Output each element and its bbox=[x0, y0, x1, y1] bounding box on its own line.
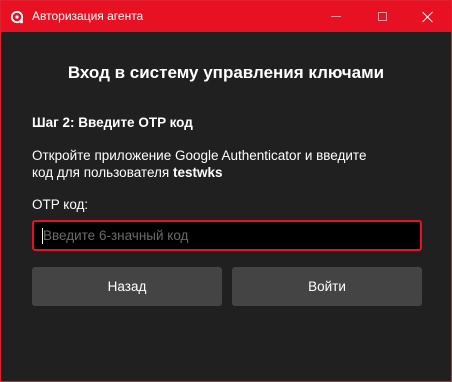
auth-window: Авторизация агента Вход в систему управл… bbox=[0, 0, 452, 382]
otp-input[interactable] bbox=[32, 220, 422, 251]
text-cursor bbox=[42, 228, 43, 244]
instructions-text: Откройте приложение Google Authenticator… bbox=[32, 147, 432, 181]
login-button[interactable]: Войти bbox=[232, 267, 422, 306]
instructions-prefix: код для пользователя bbox=[32, 165, 173, 180]
instructions-line-1: Откройте приложение Google Authenticator… bbox=[32, 148, 367, 163]
step-title: Шаг 2: Введите OTP код bbox=[32, 115, 193, 130]
close-icon bbox=[422, 11, 434, 23]
otp-label: OTP код: bbox=[32, 197, 89, 212]
window-title: Авторизация агента bbox=[32, 9, 144, 23]
close-button[interactable] bbox=[405, 1, 451, 32]
minimize-icon bbox=[331, 16, 341, 17]
back-button[interactable]: Назад bbox=[32, 267, 222, 306]
instructions-line-2: код для пользователя testwks bbox=[32, 164, 432, 181]
maximize-icon bbox=[377, 12, 387, 21]
maximize-button[interactable] bbox=[359, 1, 405, 32]
username-text: testwks bbox=[172, 165, 223, 180]
agent-logo-icon bbox=[10, 10, 24, 24]
title-bar[interactable]: Авторизация агента bbox=[1, 1, 451, 32]
minimize-button[interactable] bbox=[313, 1, 359, 32]
page-title: Вход в систему управления ключами bbox=[67, 63, 385, 82]
